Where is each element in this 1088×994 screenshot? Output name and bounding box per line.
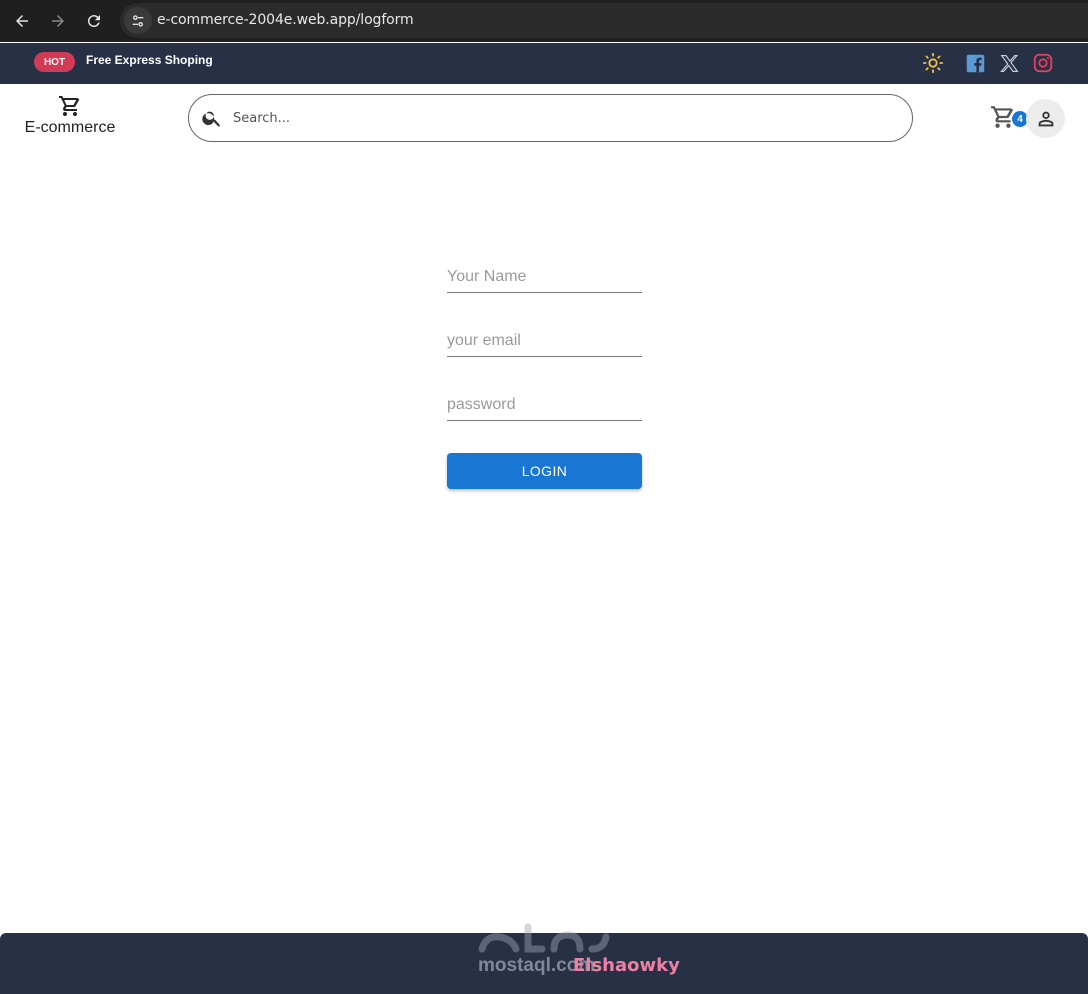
logo-link[interactable]: E-commerce bbox=[20, 94, 120, 137]
login-button[interactable]: LOGIN bbox=[447, 453, 642, 489]
account-button[interactable] bbox=[1026, 99, 1065, 138]
person-icon bbox=[1038, 111, 1053, 126]
instagram-link[interactable] bbox=[1031, 51, 1055, 75]
search-input[interactable] bbox=[233, 105, 893, 131]
forward-button[interactable] bbox=[44, 7, 72, 35]
instagram-icon bbox=[1033, 53, 1053, 73]
url-text[interactable]: e-commerce-2004e.web.app/logform bbox=[157, 12, 414, 28]
email-field bbox=[447, 324, 642, 357]
search-bar bbox=[188, 94, 913, 142]
theme-toggle-button[interactable] bbox=[921, 51, 945, 75]
browser-toolbar: e-commerce-2004e.web.app/logform bbox=[0, 0, 1088, 42]
password-input[interactable] bbox=[447, 394, 642, 416]
sun-icon bbox=[922, 52, 944, 74]
name-field bbox=[447, 260, 642, 293]
site-header: E-commerce 4 bbox=[0, 84, 1088, 156]
back-button[interactable] bbox=[8, 7, 36, 35]
login-form: LOGIN bbox=[447, 260, 642, 489]
site-info-button[interactable] bbox=[124, 7, 152, 34]
password-field bbox=[447, 388, 642, 421]
reload-button[interactable] bbox=[80, 7, 108, 35]
x-icon bbox=[999, 54, 1018, 72]
facebook-icon bbox=[966, 54, 984, 72]
facebook-link[interactable] bbox=[963, 51, 987, 75]
logo-text: E-commerce bbox=[24, 119, 116, 136]
promo-bar: HOT Free Express Shoping bbox=[0, 43, 1088, 84]
arrow-right-icon bbox=[52, 15, 64, 27]
footer-author: Elshaowky bbox=[573, 955, 680, 976]
x-link[interactable] bbox=[997, 51, 1021, 75]
reload-icon bbox=[87, 15, 100, 28]
email-input[interactable] bbox=[447, 330, 642, 352]
promo-text: Free Express Shoping bbox=[86, 53, 213, 67]
hot-badge: HOT bbox=[34, 52, 75, 72]
cart-logo-icon bbox=[59, 96, 80, 116]
search-icon bbox=[202, 111, 221, 127]
arrow-left-icon bbox=[16, 15, 28, 27]
tune-icon bbox=[132, 14, 144, 27]
name-input[interactable] bbox=[447, 266, 642, 288]
